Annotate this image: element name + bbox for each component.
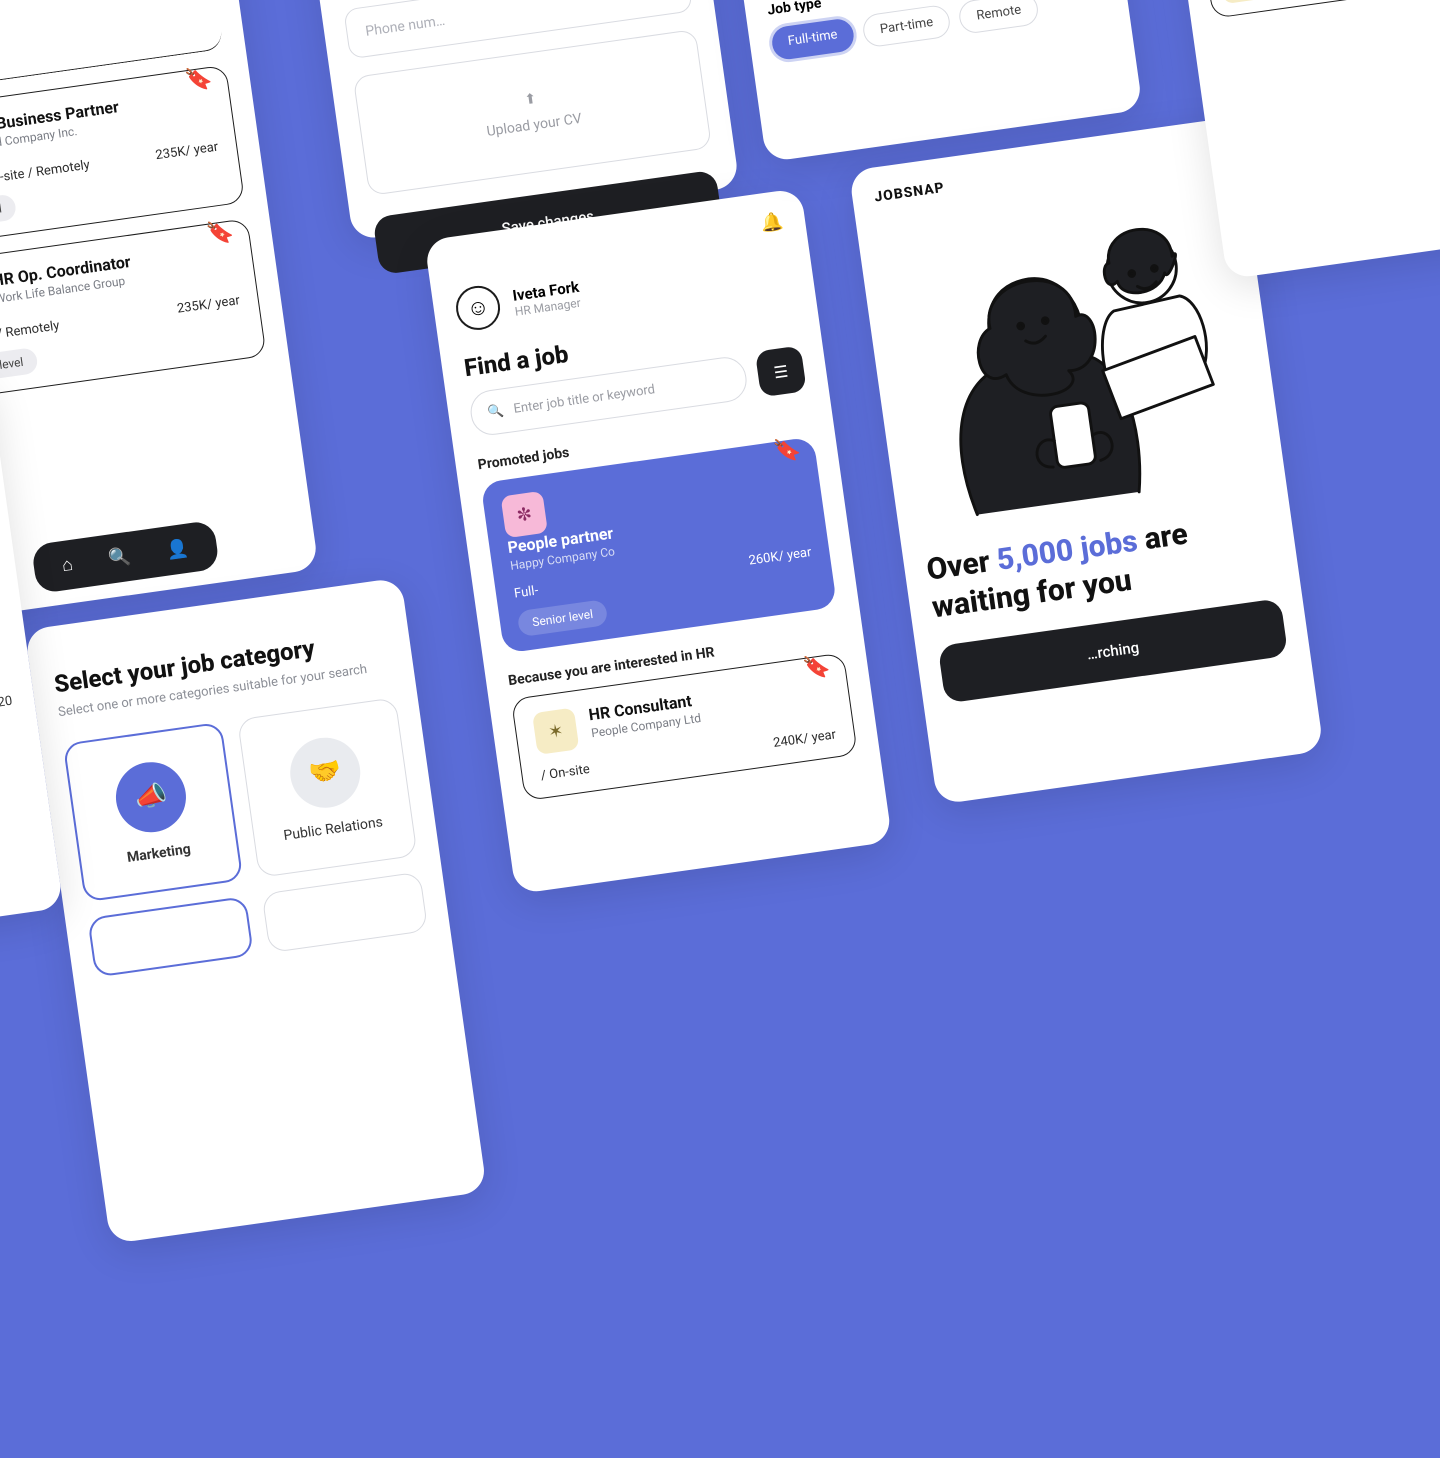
bottom-navbar: ⌂ 🔍 👤 — [31, 520, 220, 594]
avatar: ☺ — [453, 283, 503, 333]
category-card[interactable] — [262, 872, 429, 954]
handshake-icon: 🤝 — [286, 733, 365, 812]
job-card[interactable]: 💡 PR … Lore… — [1202, 0, 1440, 19]
category-card[interactable] — [87, 896, 254, 978]
lightbulb-icon: 💡 — [1218, 0, 1265, 4]
bell-icon[interactable]: 🔔 — [759, 211, 784, 235]
level-chip: Senior level — [0, 193, 17, 231]
screen-select-category: Select your job category Select one or m… — [24, 577, 487, 1244]
bookmark-icon[interactable]: 🔖 — [205, 219, 236, 248]
category-public-relations[interactable]: 🤝 Public Relations — [237, 697, 418, 878]
bookmark-icon[interactable]: 🔖 — [772, 436, 803, 465]
search-icon: 🔍 — [487, 403, 505, 420]
job-card[interactable]: 🔖 👤 HR Business Partner Good Company Inc… — [0, 65, 245, 249]
sliders-icon: ☰ — [772, 361, 789, 382]
level-chip: Senior level — [517, 599, 609, 637]
job-salary: 235K/ year — [176, 293, 241, 317]
upload-label: Upload your CV — [486, 111, 583, 140]
screen-job-listings: Full-time / … Mid level 🔖 👤 HR Business … — [0, 0, 319, 621]
category-label: Marketing — [126, 841, 192, 866]
upload-cv-box[interactable]: ⬆ Upload your CV — [353, 29, 712, 196]
job-card[interactable]: 🔖 ✿ HR Op. Coordinator Work Life Balance… — [0, 218, 267, 402]
bookmark-icon[interactable]: 🔖 — [184, 66, 215, 95]
screen-find-job: 🔔 ☺ Iveta Fork HR Manager Find a job 🔍 E… — [424, 188, 892, 894]
job-salary: 235K/ year — [155, 140, 220, 164]
search-placeholder: Enter job title or keyword — [513, 382, 656, 417]
job-salary: 240K/ year — [772, 727, 837, 751]
upload-icon: ⬆ — [524, 91, 538, 108]
company-logo-icon: ✶ — [532, 708, 579, 755]
job-details: Full- — [513, 583, 539, 601]
job-details: / On-site — [540, 762, 591, 784]
filter-button[interactable]: ☰ — [755, 345, 807, 397]
company-logo-icon: ✼ — [501, 491, 548, 538]
stat: 11-20 — [0, 692, 14, 717]
body-text: …thousands … …re about …With over 14 …s … — [0, 504, 1, 659]
megaphone-icon: 📣 — [111, 758, 190, 837]
onboarding-illustration — [878, 173, 1265, 538]
jobtype-remote[interactable]: Remote — [957, 0, 1040, 35]
job-details: Full-time / On-site / Remotely — [0, 158, 91, 196]
category-marketing[interactable]: 📣 Marketing — [63, 722, 244, 903]
search-icon[interactable]: 🔍 — [107, 546, 132, 570]
home-icon[interactable]: ⌂ — [61, 554, 75, 576]
job-salary: 260K/ year — [748, 545, 813, 569]
profile-icon[interactable]: 👤 — [165, 538, 190, 562]
job-details: Full-time / Remotely — [0, 318, 60, 349]
category-label: Public Relations — [283, 814, 384, 844]
promo-job-card[interactable]: 🔖 ✼ People partner Happy Company Co Full… — [480, 437, 837, 654]
bookmark-icon[interactable]: 🔖 — [801, 653, 832, 682]
level-chip: Senior level — [0, 347, 39, 385]
jobtype-parttime[interactable]: Part-time — [861, 4, 952, 49]
jobtype-fulltime[interactable]: Full-time — [770, 17, 856, 61]
